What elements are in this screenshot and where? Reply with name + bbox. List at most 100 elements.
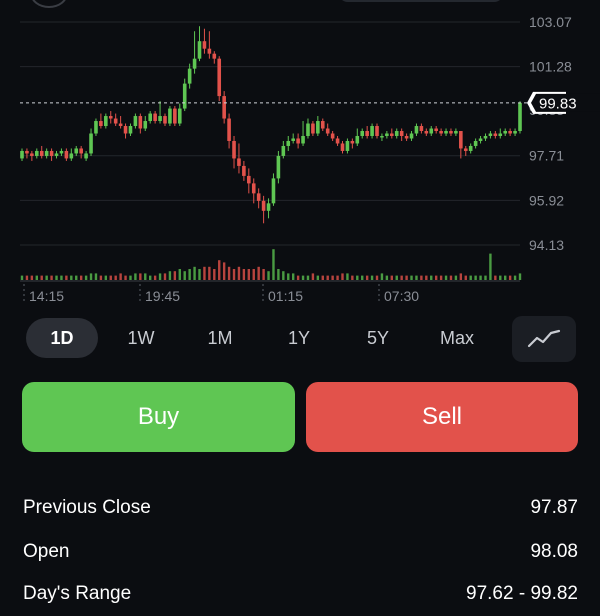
candle-body (158, 116, 162, 122)
volume-bar (425, 275, 428, 280)
candle-body (20, 150, 24, 159)
volume-bar (104, 275, 108, 280)
volume-bar (119, 273, 122, 280)
y-tick-label: 94.13 (529, 237, 564, 253)
candle-body (345, 140, 350, 151)
volume-bar (415, 275, 418, 280)
candle-body (123, 126, 128, 134)
volume-bar (474, 275, 477, 280)
volume-bar (139, 273, 142, 280)
volume-bar (208, 266, 211, 280)
candle-body (237, 158, 241, 166)
x-tick-label: 19:45 (145, 288, 180, 304)
candle-body (439, 131, 443, 134)
volume-bar (40, 275, 43, 280)
candle-body (177, 108, 182, 124)
volume-bar (321, 275, 324, 280)
volume-bar (193, 266, 196, 280)
volume-bar (109, 275, 112, 280)
candle-body (508, 131, 512, 134)
candle-body (118, 123, 123, 127)
volume-bar (79, 275, 83, 280)
candle-body (375, 126, 379, 136)
volume-bar (213, 269, 216, 280)
volume-bar (390, 275, 394, 280)
volume-bar (479, 275, 482, 280)
candle-body (409, 133, 414, 139)
candle-body (39, 150, 44, 156)
volume-bar (158, 273, 162, 280)
volume-bar (218, 260, 221, 280)
volume-bar (129, 275, 132, 280)
candle-body (143, 121, 148, 129)
volume-bar (311, 273, 315, 280)
volume-bar (50, 275, 53, 280)
candle-body (212, 53, 217, 59)
volume-bar (148, 275, 152, 280)
volume-bar (464, 275, 467, 280)
range-selector: 1D 1W 1M 1Y 5Y Max (0, 316, 600, 362)
candle-body (113, 118, 118, 124)
volume-bar (183, 271, 186, 280)
volume-bar (439, 275, 443, 280)
volume-bar (272, 249, 275, 280)
candlesticks (20, 26, 522, 224)
volume-bar (237, 266, 241, 280)
candle-body (173, 108, 177, 124)
volume-bar (89, 273, 93, 280)
volume-bar (346, 273, 349, 280)
volume-bar (518, 273, 522, 280)
candle-body (148, 113, 152, 122)
volume-bar (459, 273, 463, 280)
volume-bar (361, 275, 364, 280)
candle-body (30, 153, 34, 156)
candle-body (128, 126, 133, 134)
volume-bar (316, 275, 320, 280)
y-axis-labels: 103.07101.2899.8397.7195.9294.13 (529, 14, 572, 253)
candle-body (251, 183, 256, 194)
candle-body (390, 133, 394, 136)
volume-bar (499, 275, 502, 280)
range-1w-button[interactable]: 1W (110, 318, 172, 358)
candle-body (414, 126, 419, 134)
candle-body (286, 140, 291, 146)
range-5y-button[interactable]: 5Y (347, 318, 409, 358)
volume-bar (385, 275, 389, 280)
range-1y-button[interactable]: 1Y (268, 318, 330, 358)
volume-bar (326, 275, 329, 280)
current-price-tag: 99.83 (527, 91, 600, 114)
volume-bar (153, 275, 157, 280)
buy-button[interactable]: Buy (22, 382, 295, 452)
candle-body (488, 133, 493, 136)
volume-bar (420, 275, 423, 280)
candle-body (227, 118, 231, 141)
volume-bar (114, 275, 117, 280)
candle-body (473, 140, 478, 146)
candle-body (468, 145, 473, 151)
volume-bar (20, 275, 24, 280)
y-tick-label: 101.28 (529, 59, 572, 75)
range-1m-button[interactable]: 1M (189, 318, 251, 358)
volume-bar (301, 275, 305, 280)
candle-body (370, 126, 374, 136)
price-chart[interactable]: 103.07 101.28 99.83 97.71 95.92 94.13 14:15 19… (0, 0, 600, 310)
volume-bar (163, 273, 167, 280)
y-tick-label: 95.92 (529, 192, 564, 208)
candle-body (247, 175, 251, 184)
range-max-button[interactable]: Max (422, 318, 492, 358)
sell-button[interactable]: Sell (306, 382, 578, 452)
candle-body (187, 68, 192, 84)
candle-body (256, 193, 261, 201)
candle-body (385, 133, 389, 136)
volume-bar (267, 271, 270, 280)
volume-bar (55, 275, 58, 280)
chart-type-button[interactable] (512, 316, 576, 362)
volume-bar (296, 275, 300, 280)
volume-bar (60, 275, 63, 280)
candle-body (242, 165, 246, 176)
range-1d-button[interactable]: 1D (26, 318, 98, 358)
volume-bar (375, 275, 379, 280)
candle-body (355, 135, 360, 144)
candle-body (207, 48, 212, 54)
volume-bar (405, 275, 408, 280)
